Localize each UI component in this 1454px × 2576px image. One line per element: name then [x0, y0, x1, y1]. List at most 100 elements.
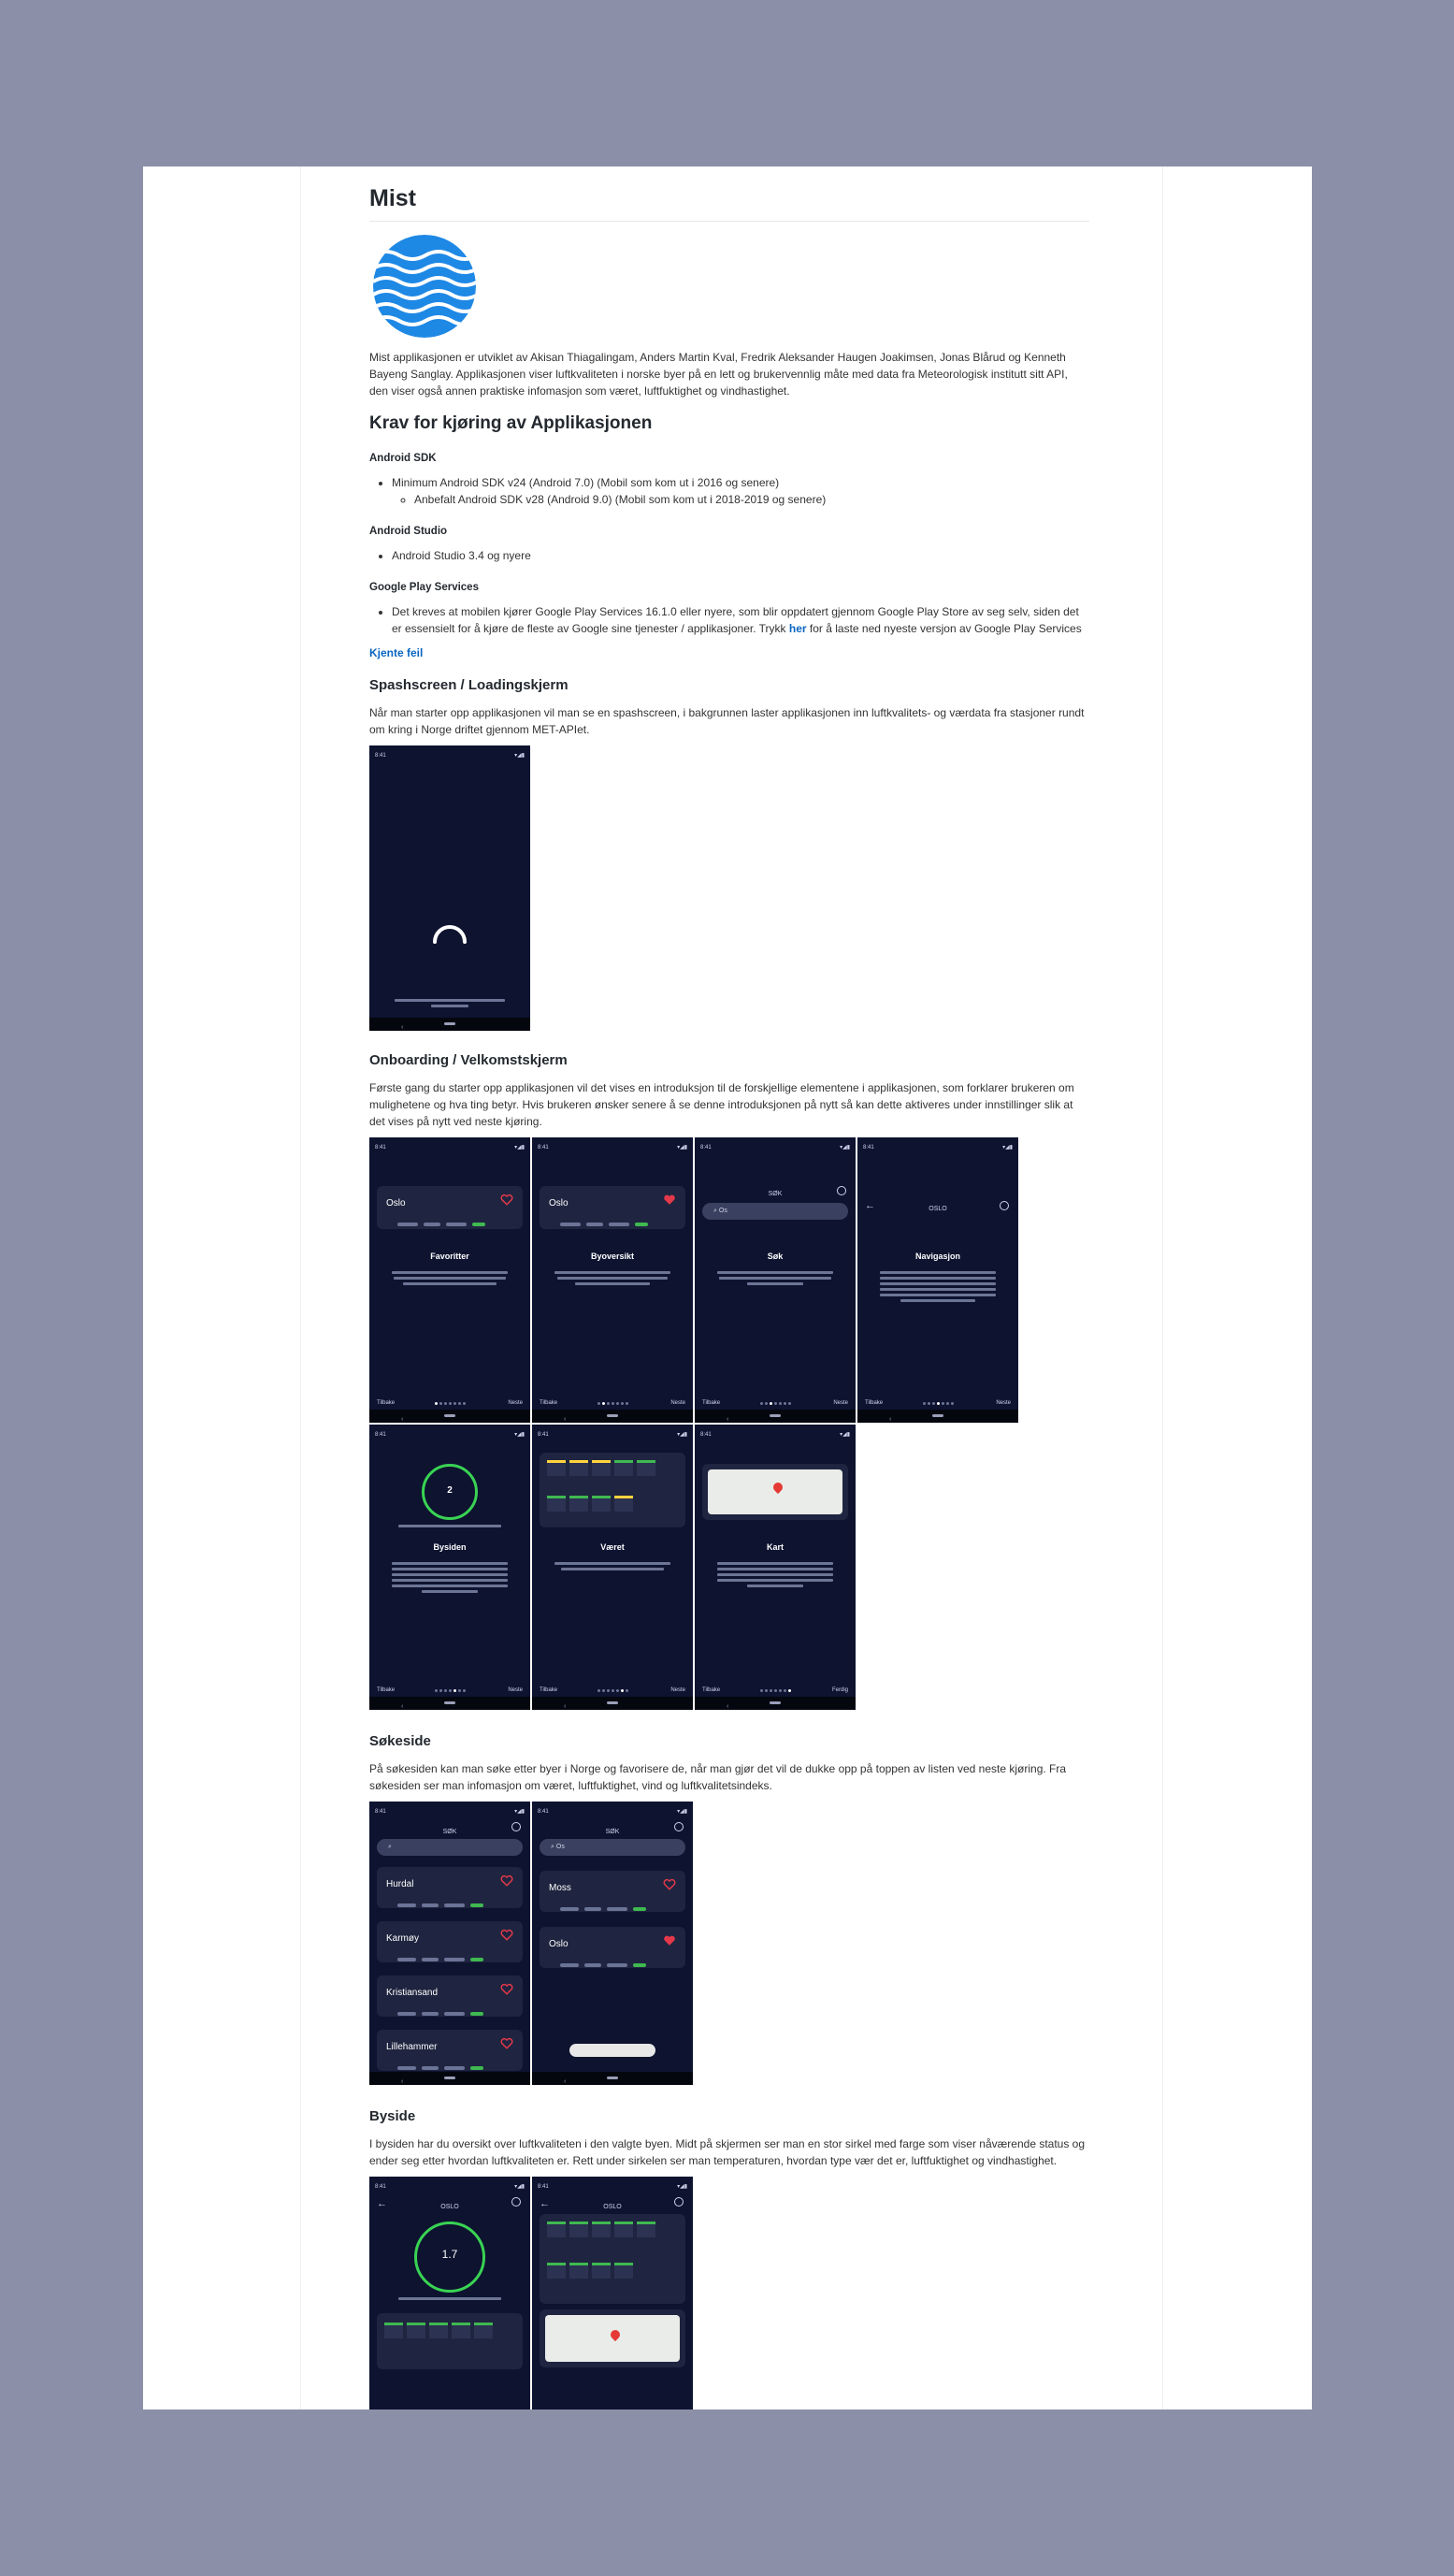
nav-bar: ‹ [532, 1410, 693, 1423]
status-time: 8:41 [538, 2184, 549, 2190]
description-lines [553, 1559, 672, 1573]
gear-icon[interactable] [837, 1186, 846, 1195]
onboarding-footer: Tilbake Neste [865, 1395, 1011, 1406]
city-name: Karmøy [386, 1933, 419, 1944]
status-icons: ▾◢▮ [677, 1432, 687, 1438]
heart-outline-icon[interactable] [500, 1194, 513, 1206]
onboarding-footer: Tilbake Neste [377, 1682, 523, 1693]
weather-stats [397, 2058, 495, 2070]
search-screenshot-query: 8:41 ▾◢▮ SØK ⌕ Os Moss Oslo ‹ [532, 1802, 693, 2085]
onboarding-bysiden: 8:41 ▾◢▮ 2 Bysiden Tilbake Neste ‹ [369, 1425, 530, 1710]
city-name: Oslo [386, 1198, 406, 1208]
city-card[interactable]: Moss [540, 1871, 685, 1912]
readme-page: Mist Mist applikasjonen er utviklet av A… [143, 166, 1312, 2410]
city-card[interactable]: Oslo [540, 1186, 685, 1229]
city-card[interactable]: Lillehammer [377, 2030, 523, 2071]
nav-bar: ‹ [857, 1410, 1018, 1423]
forecast-cells [547, 2221, 687, 2237]
forecast-card [377, 2313, 523, 2369]
status-icons: ▾◢▮ [514, 753, 525, 759]
gear-icon[interactable] [511, 2197, 521, 2207]
search-input[interactable]: ⌕ [377, 1839, 523, 1856]
heart-outline-icon[interactable] [663, 1878, 676, 1890]
map[interactable] [545, 2315, 680, 2362]
onboarding-footer: Tilbake Neste [702, 1395, 848, 1406]
list-item: Det kreves at mobilen kjører Google Play… [392, 603, 1089, 637]
onboarding-kart: 8:41 ▾◢▮ Kart Tilbake Ferdig ‹ [695, 1425, 856, 1710]
heart-filled-icon[interactable] [663, 1194, 676, 1206]
search-icon: ⌕ [388, 1844, 392, 1850]
forecast-card [540, 1453, 685, 1527]
onboarding-heading: Onboarding / Velkomstskjerm [369, 1052, 568, 1068]
city-screenshot-details: 8:41 ▾◢▮ ← OSLO [532, 2177, 693, 2410]
onboarding-title: Søk [767, 1252, 784, 1261]
status-time: 8:41 [538, 1432, 549, 1438]
city-page-heading: Byside [369, 2108, 416, 2124]
city-card[interactable]: Oslo [377, 1186, 523, 1229]
heart-filled-icon[interactable] [663, 1934, 676, 1946]
status-time: 8:41 [375, 2184, 386, 2190]
status-time: 8:41 [863, 1145, 874, 1151]
android-sdk-heading: Android SDK [369, 453, 437, 464]
heart-outline-icon[interactable] [500, 2037, 513, 2049]
status-icons: ▾◢▮ [840, 1145, 850, 1151]
forecast-cells [547, 1460, 678, 1476]
gear-icon[interactable] [674, 2197, 684, 2207]
onboarding-text: Første gang du starter opp applikasjonen… [369, 1081, 1074, 1128]
android-studio-list: Android Studio 3.4 og nyere [369, 547, 1089, 564]
play-services-text-end: for å laste ned nyeste versjon av Google… [806, 622, 1082, 635]
status-time: 8:41 [375, 1432, 386, 1438]
heart-outline-icon[interactable] [500, 1983, 513, 1995]
search-input[interactable]: ⌕ Os [540, 1839, 685, 1856]
description-lines [715, 1268, 835, 1288]
city-card[interactable]: Hurdal [377, 1867, 523, 1908]
status-time: 8:41 [375, 1145, 386, 1151]
gear-icon[interactable] [674, 1822, 684, 1831]
onboarding-vaeret: 8:41 ▾◢▮ Været Tilbake Neste ‹ [532, 1425, 693, 1710]
list-item: Minimum Android SDK v24 (Android 7.0) (M… [392, 474, 1089, 508]
onboarding-favoritter: 8:41 ▾◢▮ Oslo Favoritter Tilbake Neste ‹ [369, 1137, 530, 1423]
city-card[interactable]: Oslo [540, 1927, 685, 1968]
onboarding-title: Kart [766, 1542, 784, 1552]
status-time: 8:41 [538, 1809, 549, 1815]
status-icons: ▾◢▮ [514, 1809, 525, 1815]
play-services-link[interactable]: her [789, 622, 807, 635]
known-bugs-link[interactable]: Kjente feil [369, 646, 423, 659]
measure-cells [547, 1496, 678, 1512]
nav-bar: ‹ [369, 2072, 530, 2085]
city-card[interactable]: Karmøy [377, 1921, 523, 1962]
sdk-minimum: Minimum Android SDK v24 (Android 7.0) (M… [392, 476, 780, 489]
weather-stats [560, 1899, 657, 1911]
gear-icon[interactable] [1000, 1201, 1009, 1210]
status-icons: ▾◢▮ [1002, 1145, 1013, 1151]
right-border [1162, 166, 1163, 2410]
screen-header: OSLO [440, 2204, 459, 2210]
heart-outline-icon[interactable] [500, 1929, 513, 1941]
intro-paragraph: Mist applikasjonen er utviklet av Akisan… [369, 351, 1068, 398]
onboarding-row-2: 8:41 ▾◢▮ 2 Bysiden Tilbake Neste ‹ 8:41 ▾◢▮… [369, 1425, 1089, 1710]
heart-outline-icon[interactable] [500, 1874, 513, 1887]
search-value: Os [555, 1844, 565, 1850]
weather-stats [397, 1214, 495, 1226]
search-page-text: På søkesiden kan man søke etter byer i N… [369, 1762, 1067, 1792]
description-lines [878, 1268, 998, 1305]
left-border [300, 166, 301, 2410]
status-icons: ▾◢▮ [840, 1432, 850, 1438]
status-time: 8:41 [538, 1145, 549, 1151]
status-time: 8:41 [375, 1809, 386, 1815]
weather-stats [397, 2004, 495, 2016]
map-card [540, 2309, 685, 2367]
screen-header: OSLO [929, 1206, 947, 1212]
gear-icon[interactable] [511, 1822, 521, 1831]
splash-screenshots: 8:41 ▾◢▮ ‹ [369, 745, 1089, 1031]
weather-stats [397, 1949, 495, 1961]
weather-stats [560, 1955, 657, 1967]
list-item: Anbefalt Android SDK v28 (Android 9.0) (… [414, 491, 1089, 508]
status-time: 8:41 [700, 1432, 712, 1438]
map[interactable] [708, 1469, 842, 1514]
search-input[interactable]: ⌕ Os [702, 1203, 848, 1220]
air-quality-value: 2 [447, 1485, 453, 1496]
requirements-heading: Krav for kjøring av Applikasjonen [369, 413, 653, 433]
city-card[interactable]: Kristiansand [377, 1975, 523, 2017]
map-pin-icon [608, 2327, 623, 2342]
